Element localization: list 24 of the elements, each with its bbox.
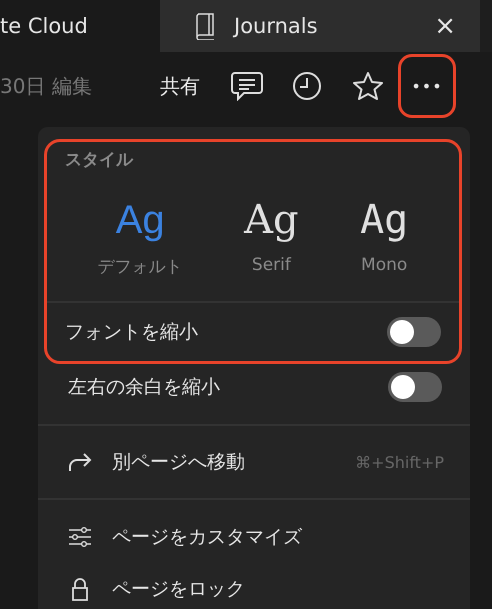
tab[interactable]: Journals × [160,0,480,52]
close-icon[interactable]: × [434,11,456,41]
menu-item[interactable]: ページをカスタマイズ [38,500,470,574]
clock-icon[interactable] [292,71,322,101]
toggle-switch[interactable] [388,372,442,402]
menu-item[interactable]: 別ページへ移動 ⌘+Shift+P [38,426,470,498]
font-option[interactable]: Ag デフォルト [98,193,183,278]
toggle-switch[interactable] [387,317,441,347]
redirect-arrow-icon [68,452,92,472]
book-icon [194,12,216,40]
star-icon[interactable] [352,71,384,101]
edited-date: 30日 編集 [0,72,93,100]
share-button[interactable]: 共有 [160,72,200,100]
section-title: スタイル [64,149,134,171]
tab[interactable]: te Cloud [0,0,160,52]
menu-label: フォントを縮小 [65,320,198,345]
comment-icon[interactable] [230,71,264,101]
menu-label: 左右の余白を縮小 [68,375,220,400]
menu-item[interactable]: ページをロック [38,574,470,604]
sliders-icon [68,527,92,547]
shortcut-hint: ⌘+Shift+P [355,452,444,472]
font-option[interactable]: Ag Mono [360,193,408,278]
font-option[interactable]: Ag Serif [244,193,299,278]
more-button[interactable]: ••• [398,54,456,118]
